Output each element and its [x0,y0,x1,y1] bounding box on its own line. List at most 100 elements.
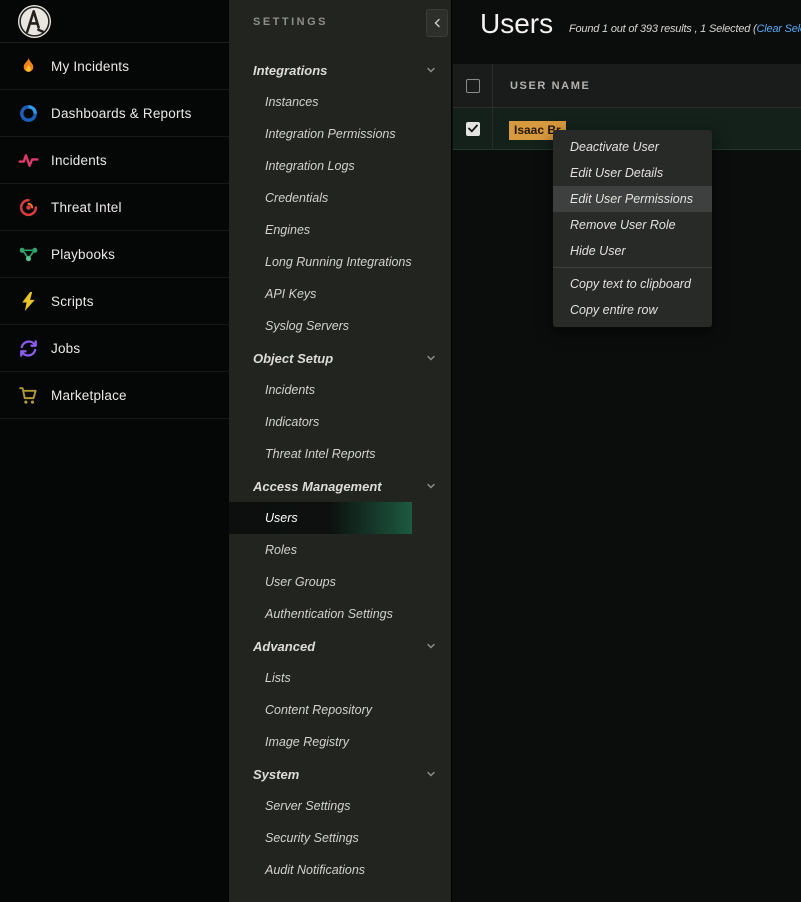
nav-item-dashboards-reports[interactable]: Dashboards & Reports [0,90,229,137]
settings-item-authentication-settings[interactable]: Authentication Settings [229,598,452,630]
shopping-cart-icon [18,385,39,406]
chevron-left-icon [433,16,441,31]
settings-item-content-repository[interactable]: Content Repository [229,694,452,726]
settings-item-integration-permissions[interactable]: Integration Permissions [229,118,452,150]
menu-item-label: Copy text to clipboard [570,277,691,291]
nav-item-label: Dashboards & Reports [51,106,192,121]
menu-item-remove-user-role[interactable]: Remove User Role [553,212,712,238]
menu-item-deactivate-user[interactable]: Deactivate User [553,134,712,160]
settings-item-credentials[interactable]: Credentials [229,182,452,214]
threat-swirl-icon [18,197,39,218]
settings-section-integrations[interactable]: Integrations [229,54,452,86]
settings-item-integration-logs[interactable]: Integration Logs [229,150,452,182]
donut-chart-icon [18,103,39,124]
settings-item-label: Syslog Servers [265,319,349,333]
settings-item-threat-intel-reports[interactable]: Threat Intel Reports [229,438,452,470]
settings-item-api-keys[interactable]: API Keys [229,278,452,310]
nav-item-threat-intel[interactable]: Threat Intel [0,184,229,231]
section-label: Advanced [253,639,315,654]
settings-item-incidents[interactable]: Incidents [229,374,452,406]
settings-item-users[interactable]: Users [229,502,412,534]
settings-panel-title: SETTINGS [253,16,328,28]
settings-item-image-registry[interactable]: Image Registry [229,726,452,758]
settings-item-label: Lists [265,671,291,685]
nav-item-playbooks[interactable]: Playbooks [0,231,229,278]
settings-item-syslog-servers[interactable]: Syslog Servers [229,310,452,342]
sync-arrows-icon [18,338,39,359]
nav-item-label: Threat Intel [51,200,122,215]
column-header-user-name: USER NAME [510,80,590,92]
nav-item-label: Playbooks [51,247,115,262]
nav-item-incidents[interactable]: Incidents [0,137,229,184]
nav-item-label: Incidents [51,153,107,168]
check-icon [468,120,478,138]
collapse-panel-button[interactable] [426,9,448,37]
settings-item-long-running-integrations[interactable]: Long Running Integrations [229,246,452,278]
app-root: My Incidents Dashboards & Reports Incident… [0,0,801,902]
settings-item-audit-notifications[interactable]: Audit Notifications [229,854,452,886]
left-nav-list: My Incidents Dashboards & Reports Incident… [0,43,229,419]
settings-item-instances[interactable]: Instances [229,86,452,118]
settings-item-label: Image Registry [265,735,349,749]
settings-item-user-groups[interactable]: User Groups [229,566,452,598]
settings-item-label: Integration Permissions [265,127,396,141]
chevron-down-icon [426,769,436,779]
section-label: System [253,767,299,782]
menu-item-copy-entire-row[interactable]: Copy entire row [553,297,712,323]
nav-item-jobs[interactable]: Jobs [0,325,229,372]
settings-section-access-management[interactable]: Access Management [229,470,452,502]
lightning-icon [18,291,39,312]
results-summary: Found 1 out of 393 results , 1 Selected … [569,23,801,35]
menu-separator [553,267,712,268]
settings-item-roles[interactable]: Roles [229,534,452,566]
settings-item-label: Security Settings [265,831,359,845]
settings-section-system[interactable]: System [229,758,452,790]
settings-item-label: Instances [265,95,319,109]
settings-item-label: Credentials [265,191,328,205]
settings-item-label: API Keys [265,287,316,301]
column-divider [492,64,493,150]
chevron-down-icon [426,481,436,491]
settings-item-label: Roles [265,543,297,557]
select-all-checkbox[interactable] [466,79,480,93]
menu-item-label: Edit User Permissions [570,192,693,206]
menu-item-edit-user-permissions[interactable]: Edit User Permissions [553,186,712,212]
menu-item-label: Hide User [570,244,626,258]
nav-item-my-incidents[interactable]: My Incidents [0,43,229,90]
settings-item-indicators[interactable]: Indicators [229,406,452,438]
settings-item-label: Content Repository [265,703,372,717]
nav-item-marketplace[interactable]: Marketplace [0,372,229,419]
settings-item-label: Server Settings [265,799,350,813]
table-header: USER NAME [453,64,801,108]
settings-item-label: Users [265,511,298,525]
menu-item-hide-user[interactable]: Hide User [553,238,712,264]
settings-item-security-settings[interactable]: Security Settings [229,822,452,854]
settings-item-label: Long Running Integrations [265,255,412,269]
app-logo-icon[interactable] [17,4,52,39]
settings-item-lists[interactable]: Lists [229,662,452,694]
section-label: Integrations [253,63,327,78]
settings-item-server-settings[interactable]: Server Settings [229,790,452,822]
chevron-down-icon [426,353,436,363]
settings-section-advanced[interactable]: Advanced [229,630,452,662]
menu-item-label: Copy entire row [570,303,658,317]
nav-item-label: Scripts [51,294,94,309]
settings-list: Integrations Instances Integration Permiss… [229,54,452,886]
results-text: Found 1 out of 393 results , 1 Selected … [569,23,756,35]
menu-item-label: Edit User Details [570,166,663,180]
workflow-nodes-icon [18,244,39,265]
section-label: Access Management [253,479,382,494]
page-title: Users [480,8,553,40]
settings-item-label: Incidents [265,383,315,397]
nav-item-scripts[interactable]: Scripts [0,278,229,325]
menu-item-edit-user-details[interactable]: Edit User Details [553,160,712,186]
settings-item-engines[interactable]: Engines [229,214,452,246]
context-menu: Deactivate User Edit User Details Edit Use… [553,130,712,327]
clear-selection-link[interactable]: Clear Sele [756,23,801,35]
settings-item-label: Engines [265,223,310,237]
settings-section-object-setup[interactable]: Object Setup [229,342,452,374]
settings-item-label: Authentication Settings [265,607,393,621]
row-checkbox[interactable] [466,122,480,136]
pulse-icon [18,150,39,171]
menu-item-copy-text-to-clipboard[interactable]: Copy text to clipboard [553,271,712,297]
